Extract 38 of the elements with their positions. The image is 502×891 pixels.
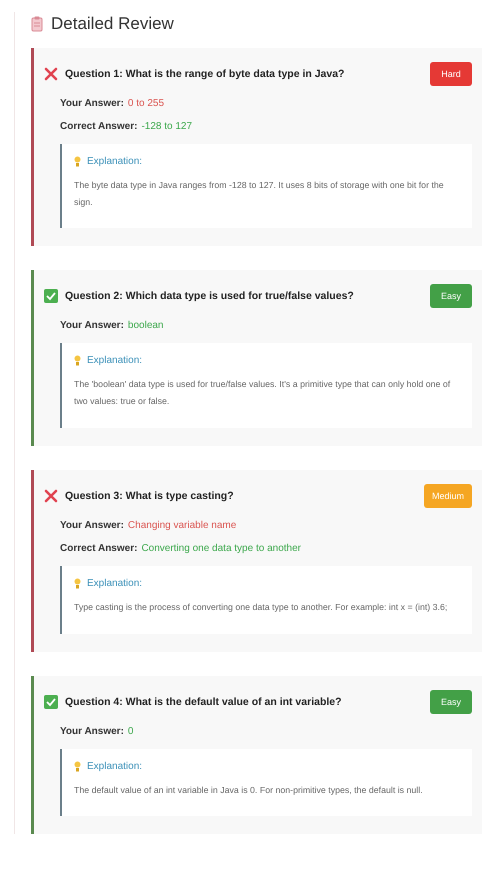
answer-value: Changing variable name	[128, 520, 236, 531]
section-title: Detailed Review	[51, 14, 174, 34]
answer-value: -128 to 127	[141, 121, 192, 132]
answer-label: Correct Answer:	[60, 121, 138, 132]
answer-value: Converting one data type to another	[141, 542, 301, 554]
explanation-label: Explanation:	[87, 578, 142, 589]
cross-icon	[44, 488, 58, 503]
check-icon	[44, 694, 58, 709]
answer-value: 0	[128, 726, 134, 737]
answer-label: Your Answer:	[60, 320, 124, 332]
clipboard-icon	[31, 16, 43, 32]
question-text: Question 4: What is the default value of an int variable?	[65, 696, 343, 708]
explanation-label: Explanation:	[87, 760, 142, 772]
explanation-text: The 'boolean' data type is used for true/false values. It's a primitive type that can only hold one of two values: true or false.	[74, 378, 452, 408]
lightbulb-icon	[74, 578, 81, 589]
difficulty-badge: Easy	[430, 284, 472, 308]
lightbulb-icon	[74, 760, 81, 772]
answer-label: Correct Answer:	[60, 542, 138, 554]
question-text: Question 2: Which data type is used for true/false values?	[65, 290, 355, 302]
answer-label: Your Answer:	[60, 726, 124, 737]
cross-icon	[44, 67, 58, 81]
question-text: Question 1: What is the range of byte data type in Java?	[65, 68, 346, 80]
question-text: Question 3: What is type casting?	[65, 490, 235, 502]
explanation-label: Explanation:	[87, 156, 142, 167]
answer-value: 0 to 255	[128, 98, 164, 109]
explanation-text: The byte data type in Java ranges from -128 to 127. It uses 8 bits of storage with one bit for the sign.	[74, 179, 445, 209]
answer-label: Your Answer:	[60, 520, 124, 531]
explanation-text: The default value of an int variable in Java is 0. For non-primitive types, the default is null.	[74, 784, 424, 797]
lightbulb-icon	[74, 156, 81, 167]
answer-label: Your Answer:	[60, 98, 124, 109]
difficulty-badge: Medium	[424, 484, 472, 508]
difficulty-badge: Easy	[430, 690, 472, 714]
check-icon	[44, 289, 58, 304]
explanation-label: Explanation:	[87, 355, 142, 366]
answer-value: boolean	[128, 320, 164, 332]
difficulty-badge: Hard	[430, 62, 472, 86]
lightbulb-icon	[74, 355, 81, 366]
explanation-text: Type casting is the process of converting one data type to another. For example: int x = (int) 3.6;	[74, 600, 448, 614]
